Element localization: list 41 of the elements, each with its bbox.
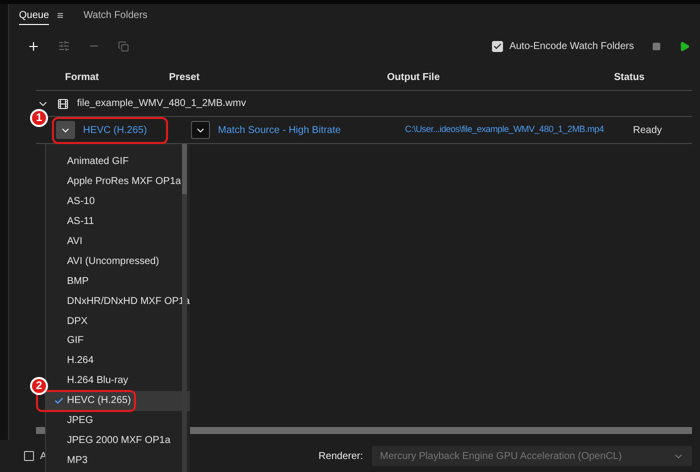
checkbox-label: Auto-Encode Watch Folders [509, 40, 634, 54]
tab[interactable]: Watch Folders [83, 8, 148, 24]
play-icon[interactable] [679, 40, 690, 52]
column-header: Format [64, 71, 100, 85]
menu-item[interactable]: AVI (Uncompressed) [46, 251, 190, 272]
tab[interactable]: Queue [19, 8, 50, 24]
add-icon[interactable] [27, 40, 40, 52]
menu-item[interactable]: JPEG [46, 410, 190, 430]
column-header: Status [614, 71, 646, 85]
preset-link[interactable]: Match Source - High Bitrate [218, 122, 341, 138]
stop-icon[interactable] [652, 42, 661, 50]
duplicate-icon[interactable] [118, 40, 129, 52]
menu-item[interactable]: H.264 [46, 350, 190, 371]
format-link[interactable]: HEVC (H.265) [83, 122, 147, 138]
menu-icon[interactable]: ≡ [57, 8, 64, 24]
dropdown-button[interactable] [191, 121, 210, 139]
check-icon [54, 396, 64, 406]
dropdown-button[interactable] [56, 121, 75, 139]
source-file-name: file_example_WMV_480_1_2MB.wmv [77, 97, 246, 111]
checkbox[interactable] [492, 40, 504, 52]
menu-item[interactable]: AS-11 [46, 212, 190, 232]
menu-item[interactable]: Animated GIF [46, 152, 190, 172]
column-header: Preset [169, 71, 201, 85]
menu-item[interactable]: H.264 Blu-ray [46, 370, 190, 391]
menu-item[interactable]: AVI [46, 232, 190, 252]
menu-item[interactable]: DPX [46, 311, 190, 332]
status-text: Ready [633, 124, 662, 138]
menu-item[interactable]: GIF [46, 331, 190, 351]
menu-item[interactable]: Apple ProRes MXF OP1a [46, 172, 190, 192]
menu-item[interactable]: JPEG 2000 MXF OP1a [46, 430, 190, 450]
menu-item[interactable]: AS-10 [46, 192, 190, 212]
callout-badge: 1 [30, 109, 48, 127]
callout-badge: 2 [30, 376, 48, 395]
file-icon [57, 98, 69, 110]
menu-item[interactable]: BMP [46, 271, 190, 292]
settings-icon[interactable] [58, 40, 70, 52]
checkbox[interactable] [24, 451, 34, 461]
renderer-label: Renderer: [318, 450, 363, 464]
menu-item[interactable]: MP3 [46, 450, 190, 470]
column-header: Output File [387, 71, 441, 85]
output-file-link[interactable]: C:\User...ideos\file_example_WMV_480_1_2MB.mp4 [405, 123, 604, 137]
